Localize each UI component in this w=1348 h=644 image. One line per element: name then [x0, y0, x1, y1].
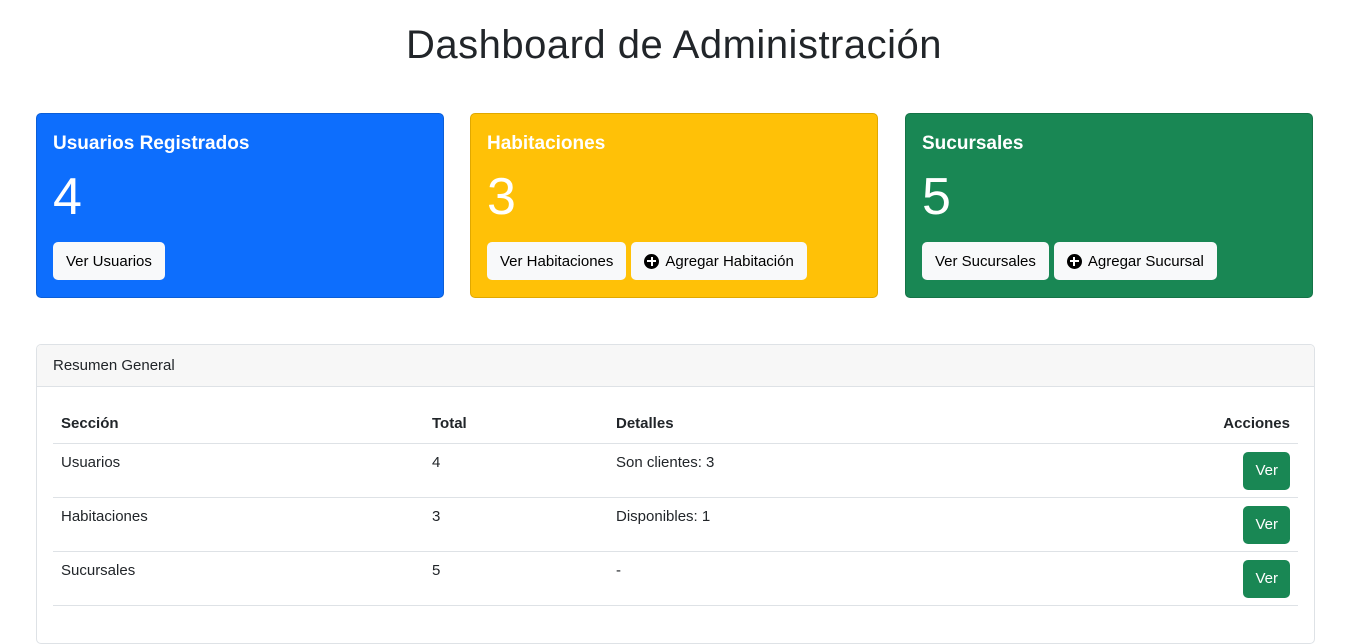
cell-section: Habitaciones — [53, 497, 424, 552]
agregar-sucursal-label: Agregar Sucursal — [1087, 252, 1204, 270]
cell-section: Usuarios — [53, 443, 424, 498]
column-header-seccion: Sección — [53, 403, 424, 444]
card-usuarios-actions: Ver Usuarios — [53, 242, 427, 280]
ver-habitaciones-button[interactable]: Ver Habitaciones — [487, 242, 627, 280]
page-title: Dashboard de Administración — [405, 23, 943, 67]
cell-details: Disponibles: 1 — [608, 497, 1009, 552]
summary-panel: Resumen General Sección Total Detalles A… — [36, 344, 1315, 644]
table-row: Usuarios 4 Son clientes: 3 Ver — [53, 443, 1298, 498]
summary-table: Sección Total Detalles Acciones Usuarios… — [53, 403, 1298, 606]
summary-header: Resumen General — [37, 345, 1314, 387]
cell-total: 3 — [424, 497, 608, 552]
cell-actions: Ver — [1008, 443, 1298, 498]
ver-usuarios-label: Ver Usuarios — [66, 252, 152, 270]
cell-details: Son clientes: 3 — [608, 443, 1009, 498]
table-row: Sucursales 5 - Ver — [53, 551, 1298, 606]
ver-sucursales-row-button[interactable]: Ver — [1243, 560, 1290, 598]
card-habitaciones-actions: Ver Habitaciones Agregar Habitación — [487, 242, 861, 280]
card-habitaciones-title: Habitaciones — [487, 133, 606, 154]
ver-usuarios-button[interactable]: Ver Usuarios — [53, 242, 165, 280]
cell-actions: Ver — [1008, 551, 1298, 606]
agregar-sucursal-button[interactable]: Agregar Sucursal — [1053, 242, 1217, 280]
ver-sucursales-button[interactable]: Ver Sucursales — [922, 242, 1049, 280]
cell-section: Sucursales — [53, 551, 424, 606]
cell-total: 5 — [424, 551, 608, 606]
column-header-total: Total — [424, 403, 608, 444]
card-usuarios-title: Usuarios Registrados — [53, 133, 250, 154]
ver-habitaciones-label: Ver Habitaciones — [500, 252, 614, 270]
ver-habitaciones-row-button[interactable]: Ver — [1243, 506, 1290, 544]
column-header-acciones: Acciones — [1008, 403, 1298, 444]
card-habitaciones: Habitaciones 3 Ver Habitaciones Agregar … — [470, 113, 878, 298]
card-usuarios: Usuarios Registrados 4 Ver Usuarios — [36, 113, 444, 298]
cell-total: 4 — [424, 443, 608, 498]
summary-body: Sección Total Detalles Acciones Usuarios… — [37, 387, 1314, 606]
ver-usuarios-row-button[interactable]: Ver — [1243, 452, 1290, 490]
card-sucursales: Sucursales 5 Ver Sucursales Agregar Sucu… — [905, 113, 1313, 298]
agregar-habitacion-button[interactable]: Agregar Habitación — [631, 242, 807, 280]
card-sucursales-actions: Ver Sucursales Agregar Sucursal — [922, 242, 1296, 280]
card-sucursales-count: 5 — [922, 168, 951, 226]
card-habitaciones-count: 3 — [487, 168, 516, 226]
card-usuarios-count: 4 — [53, 168, 82, 226]
ver-sucursales-label: Ver Sucursales — [935, 252, 1036, 270]
plus-circle-icon — [1066, 253, 1082, 269]
table-row: Habitaciones 3 Disponibles: 1 Ver — [53, 497, 1298, 552]
plus-circle-icon — [644, 253, 660, 269]
agregar-habitacion-label: Agregar Habitación — [665, 252, 794, 270]
cell-actions: Ver — [1008, 497, 1298, 552]
cell-details: - — [608, 551, 1009, 606]
stats-cards: Usuarios Registrados 4 Ver Usuarios Habi… — [36, 113, 1315, 300]
table-header-row: Sección Total Detalles Acciones — [53, 403, 1298, 444]
card-sucursales-title: Sucursales — [922, 133, 1024, 154]
column-header-detalles: Detalles — [608, 403, 1009, 444]
